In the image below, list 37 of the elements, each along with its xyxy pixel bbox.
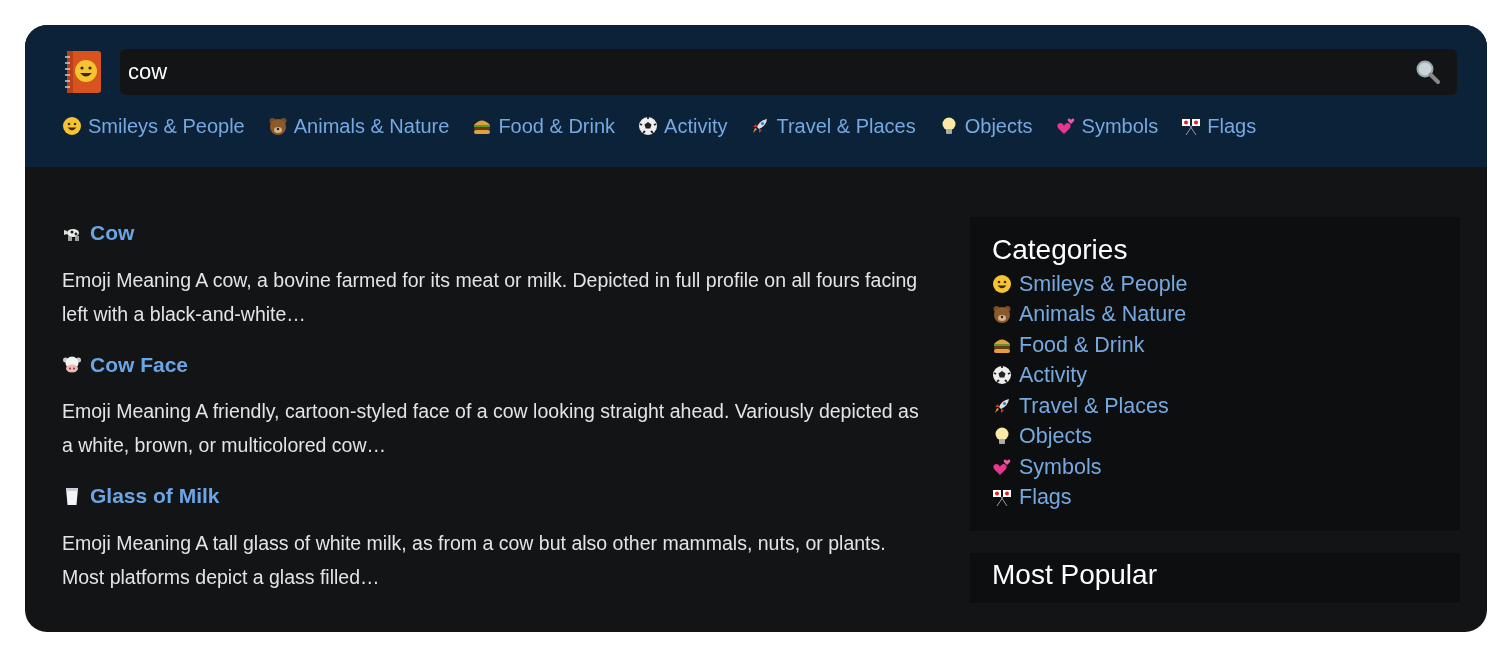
smiley-icon	[992, 273, 1012, 294]
category-link[interactable]: Activity	[1019, 360, 1088, 391]
soccer-ball-icon	[992, 365, 1012, 386]
search-icon[interactable]	[1415, 59, 1441, 85]
category-link[interactable]: Travel & Places	[1019, 390, 1169, 422]
soccer-ball-icon	[638, 116, 659, 136]
categories-heading: Categories	[992, 233, 1129, 267]
category-link[interactable]: Objects	[1019, 421, 1092, 452]
category-link[interactable]: Animals & Nature	[1019, 299, 1187, 330]
category-link[interactable]: Flags	[1019, 482, 1072, 513]
flags-icon	[1181, 116, 1202, 136]
category-link[interactable]: Symbols	[1081, 111, 1159, 141]
category-link[interactable]: Flags	[1207, 111, 1257, 141]
result-title-link[interactable]: Cow Face	[90, 348, 189, 380]
cow-face-icon	[62, 354, 82, 375]
category-link[interactable]: Food & Drink	[1019, 329, 1145, 361]
flags-icon	[992, 487, 1012, 508]
result-title-link[interactable]: Cow	[90, 217, 135, 249]
hearts-icon	[1055, 116, 1076, 136]
category-link[interactable]: Smileys & People	[88, 111, 245, 141]
category-link[interactable]: Symbols	[1019, 451, 1102, 483]
result-description: Emoji Meaning A friendly, cartoon-styled face of a cow looking straight ahead. Variously depicted as a white, brown, or multicolored cow…	[62, 399, 920, 458]
book-logo-icon[interactable]	[62, 49, 104, 95]
search-field[interactable]: cow	[120, 49, 1457, 95]
result-title-link[interactable]: Glass of Milk	[90, 480, 220, 512]
category-link[interactable]: Smileys & People	[1019, 268, 1188, 300]
bear-icon	[267, 116, 288, 136]
category-link[interactable]: Activity	[664, 111, 728, 141]
popular-heading: Most Popular	[992, 558, 1158, 591]
smiley-icon	[62, 116, 82, 136]
category-link[interactable]: Food & Drink	[498, 111, 616, 141]
result-description: Emoji Meaning A cow, a bovine farmed for its meat or milk. Depicted in full profile on all fours facing left with a black-and-white…	[62, 267, 919, 327]
result-description: Emoji Meaning A tall glass of white milk, as from a cow but also other mammals, nuts, or plants. Most platforms depict a glass filled…	[62, 530, 887, 590]
category-link[interactable]: Animals & Nature	[293, 111, 450, 141]
bear-icon	[992, 304, 1012, 325]
category-link[interactable]: Travel & Places	[776, 111, 916, 141]
category-link[interactable]: Objects	[964, 111, 1033, 141]
